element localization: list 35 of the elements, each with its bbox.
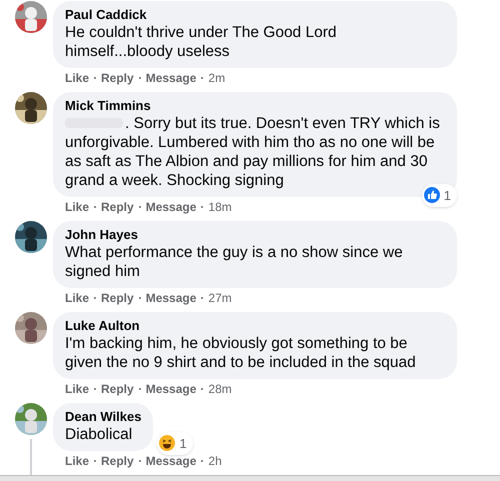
comment-text: I'm backing him, he obviously got something to be given the no 9 shirt and to be included in the squad bbox=[65, 334, 417, 372]
action-link[interactable]: Reply bbox=[101, 381, 134, 397]
reaction-badge[interactable]: 1 bbox=[157, 432, 193, 455]
timestamp[interactable]: 2m bbox=[208, 70, 226, 86]
comment-text: Diabolical bbox=[65, 425, 134, 444]
laughing-emoji-icon bbox=[159, 435, 176, 452]
comment-text: What performance the guy is a no show since we signed him bbox=[65, 243, 404, 281]
author-name[interactable]: Dean Wilkes bbox=[65, 408, 142, 425]
reaction-badge[interactable]: 1 bbox=[422, 184, 457, 207]
action-link[interactable]: Message bbox=[146, 70, 196, 86]
timestamp[interactable]: 2h bbox=[208, 453, 222, 469]
action-link[interactable]: Message bbox=[146, 453, 196, 469]
action-link[interactable]: Message bbox=[146, 381, 196, 397]
comment-text: He couldn't thrive under The Good Lord himself...bloody useless bbox=[65, 23, 338, 61]
action-link[interactable]: Like bbox=[65, 381, 90, 397]
author-name[interactable]: John Hayes bbox=[65, 226, 445, 243]
action-link[interactable]: Message bbox=[146, 290, 196, 306]
reaction-count: 1 bbox=[179, 434, 187, 452]
reaction-count: 1 bbox=[444, 186, 451, 204]
action-link[interactable]: Like bbox=[65, 199, 90, 215]
author-name[interactable]: Mick Timmins bbox=[65, 97, 445, 114]
action-link[interactable]: Reply bbox=[101, 199, 134, 215]
action-link[interactable]: Like bbox=[65, 453, 90, 469]
timestamp[interactable]: 27m bbox=[208, 290, 232, 306]
thumbs-up-icon bbox=[424, 187, 440, 204]
author-name[interactable]: Luke Aulton bbox=[65, 317, 445, 334]
action-link[interactable]: Reply bbox=[101, 453, 134, 469]
author-name[interactable]: Paul Caddick bbox=[65, 6, 445, 23]
action-link[interactable]: Reply bbox=[101, 290, 134, 306]
action-link[interactable]: Like bbox=[65, 290, 90, 306]
action-link[interactable]: Like bbox=[65, 70, 90, 86]
timestamp[interactable]: 28m bbox=[208, 381, 232, 397]
action-link[interactable]: Message bbox=[146, 199, 196, 215]
timestamp[interactable]: 18m bbox=[208, 199, 232, 215]
action-link[interactable]: Reply bbox=[101, 70, 134, 86]
